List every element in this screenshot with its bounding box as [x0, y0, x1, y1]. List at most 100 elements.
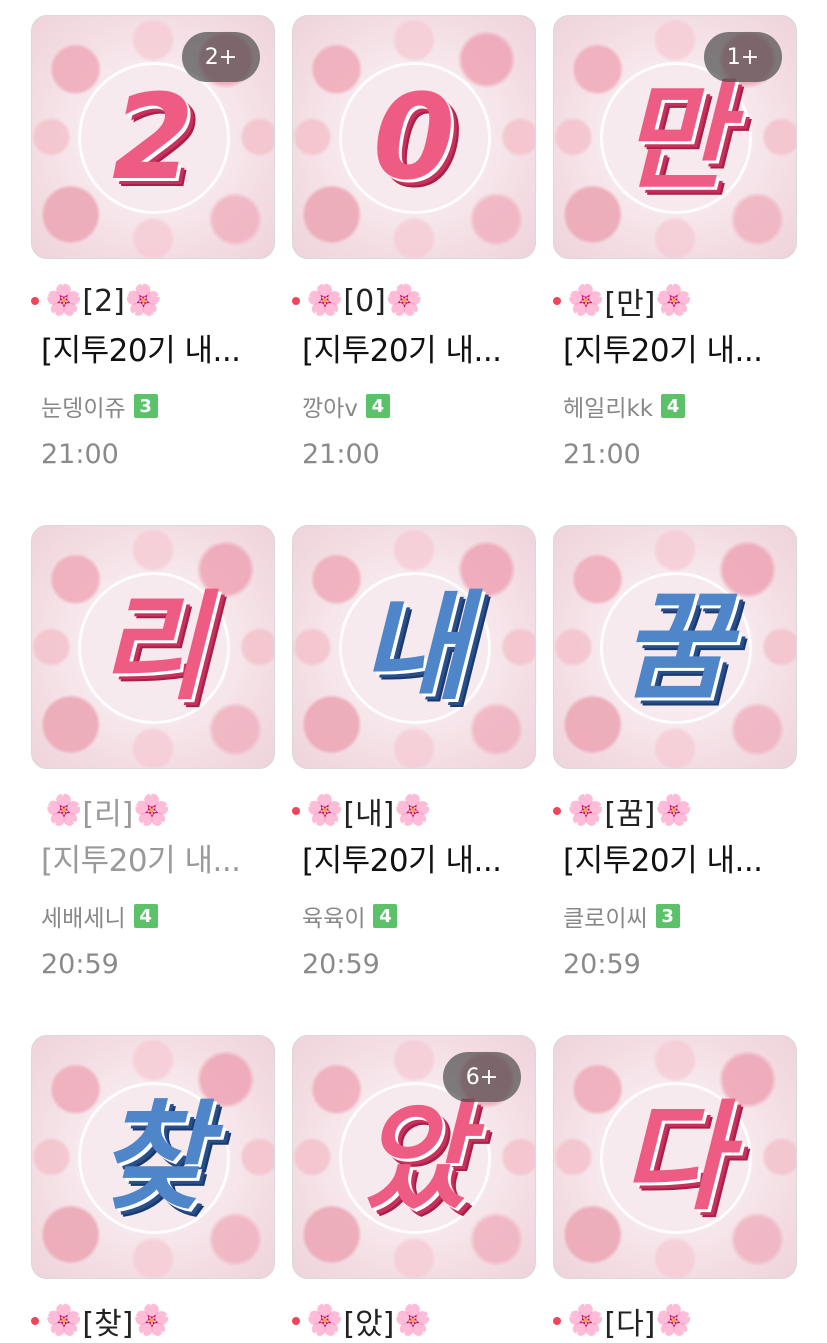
title-mark: [2]	[82, 283, 125, 319]
thumbnail-glyph: 0	[372, 68, 456, 206]
post-thumbnail[interactable]: 꿈	[553, 525, 797, 769]
title-mark: [다]	[604, 1307, 656, 1342]
title-mark: [찾]	[82, 1307, 134, 1342]
author-row[interactable]: 클로이씨 3	[563, 899, 680, 933]
post-time: 21:00	[302, 439, 380, 470]
post-card[interactable]: 리 🌸 [리] 🌸 [지투20기 내... 세배세니 4 20:59	[31, 525, 275, 980]
title-mark: [리]	[82, 797, 134, 832]
author-row[interactable]: 육육이 4	[302, 899, 398, 933]
cherry-blossom-icon: 🌸	[567, 1303, 605, 1338]
comment-count-badge: 6+	[443, 1052, 521, 1102]
new-dot-icon	[553, 297, 561, 305]
level-badge: 4	[133, 904, 158, 928]
new-dot-icon	[553, 807, 561, 815]
comment-count-badge: 2+	[182, 32, 260, 82]
thumbnail-glyph: 내	[359, 578, 469, 716]
level-badge: 3	[133, 394, 158, 418]
post-subtitle[interactable]: [지투20기 내...	[41, 835, 281, 880]
author-name: 깡아v	[302, 396, 358, 422]
new-dot-icon	[31, 297, 39, 305]
thumbnail-glyph: 다	[620, 1088, 730, 1226]
title-mark: [0]	[343, 283, 386, 319]
post-card[interactable]: 내 🌸 [내] 🌸 [지투20기 내... 육육이 4 20:59	[292, 525, 536, 980]
cherry-blossom-icon: 🌸	[306, 283, 344, 318]
title-mark: [았]	[343, 1307, 395, 1342]
author-row[interactable]: 깡아v 4	[302, 389, 390, 423]
level-badge: 4	[661, 394, 686, 418]
post-subtitle[interactable]: [지투20기 내...	[563, 325, 803, 370]
thumbnail-glyph: 리	[98, 578, 208, 716]
new-dot-icon	[31, 1317, 39, 1325]
post-title[interactable]: 🌸 [았] 🌸	[292, 1301, 536, 1342]
post-title[interactable]: 🌸 [리] 🌸	[31, 791, 275, 833]
cherry-blossom-icon: 🌸	[124, 283, 163, 318]
post-time: 21:00	[563, 439, 641, 470]
post-subtitle[interactable]: [지투20기 내...	[563, 835, 803, 880]
post-card[interactable]: 만 1+ 🌸 [만] 🌸 [지투20기 내... 헤일리kk 4 21:00	[553, 15, 797, 470]
cherry-blossom-icon: 🌸	[45, 793, 83, 828]
title-mark: [만]	[604, 287, 656, 322]
post-title[interactable]: 🌸 [꿈] 🌸	[553, 791, 797, 832]
post-thumbnail[interactable]: 0	[292, 15, 536, 259]
level-badge: 3	[655, 904, 680, 928]
post-thumbnail[interactable]: 찾	[31, 1035, 275, 1279]
new-dot-icon	[292, 807, 300, 815]
post-card[interactable]: 다 🌸 [다] 🌸	[553, 1035, 797, 1342]
post-title[interactable]: 🌸 [내] 🌸	[292, 791, 536, 832]
cherry-blossom-icon: 🌸	[655, 283, 693, 318]
post-card[interactable]: 꿈 🌸 [꿈] 🌸 [지투20기 내... 클로이씨 3 20:59	[553, 525, 797, 980]
post-title[interactable]: 🌸 [찾] 🌸	[31, 1301, 275, 1342]
post-time: 20:59	[563, 949, 641, 980]
cherry-blossom-icon: 🌸	[45, 283, 83, 318]
thumbnail-glyph: 찾	[98, 1088, 208, 1226]
post-time: 20:59	[41, 949, 119, 980]
post-card[interactable]: 찾 🌸 [찾] 🌸	[31, 1035, 275, 1342]
cherry-blossom-icon: 🌸	[567, 283, 605, 318]
cherry-blossom-icon: 🌸	[306, 793, 344, 828]
author-row[interactable]: 눈뎅이쥬 3	[41, 389, 158, 423]
author-row[interactable]: 세배세니 4	[41, 899, 158, 933]
cherry-blossom-icon: 🌸	[306, 1303, 344, 1338]
post-title[interactable]: 🌸 [0] 🌸	[292, 281, 536, 321]
cherry-blossom-icon: 🌸	[394, 793, 432, 828]
post-subtitle[interactable]: [지투20기 내...	[302, 325, 542, 370]
cherry-blossom-icon: 🌸	[655, 793, 693, 828]
post-card[interactable]: 0 🌸 [0] 🌸 [지투20기 내... 깡아v 4 21:00	[292, 15, 536, 470]
author-name: 헤일리kk	[563, 396, 654, 422]
cherry-blossom-icon: 🌸	[385, 283, 424, 318]
new-dot-icon	[553, 1317, 561, 1325]
post-title[interactable]: 🌸 [2] 🌸	[31, 281, 275, 321]
author-row[interactable]: 헤일리kk 4	[563, 389, 686, 423]
post-card[interactable]: 았 6+ 🌸 [았] 🌸	[292, 1035, 536, 1342]
new-dot-icon	[292, 297, 300, 305]
post-thumbnail[interactable]: 다	[553, 1035, 797, 1279]
post-card[interactable]: 2 2+ 🌸 [2] 🌸 [지투20기 내... 눈뎅이쥬 3 21:00	[31, 15, 275, 470]
comment-count-badge: 1+	[704, 32, 782, 82]
post-title[interactable]: 🌸 [만] 🌸	[553, 281, 797, 322]
cherry-blossom-icon: 🌸	[567, 793, 605, 828]
post-title[interactable]: 🌸 [다] 🌸	[553, 1301, 797, 1342]
post-thumbnail[interactable]: 았 6+	[292, 1035, 536, 1279]
author-name: 세배세니	[41, 906, 126, 932]
thumbnail-glyph: 꿈	[620, 578, 730, 716]
post-subtitle[interactable]: [지투20기 내...	[302, 835, 542, 880]
post-thumbnail[interactable]: 2 2+	[31, 15, 275, 259]
title-mark: [내]	[343, 797, 395, 832]
cherry-blossom-icon: 🌸	[45, 1303, 83, 1338]
cherry-blossom-icon: 🌸	[133, 1303, 171, 1338]
author-name: 클로이씨	[563, 906, 648, 932]
post-thumbnail[interactable]: 만 1+	[553, 15, 797, 259]
cherry-blossom-icon: 🌸	[655, 1303, 693, 1338]
author-name: 눈뎅이쥬	[41, 396, 126, 422]
cherry-blossom-icon: 🌸	[133, 793, 171, 828]
level-badge: 4	[373, 904, 398, 928]
new-dot-icon	[292, 1317, 300, 1325]
post-time: 21:00	[41, 439, 119, 470]
read-dot-icon	[31, 807, 39, 815]
author-name: 육육이	[302, 906, 366, 932]
level-badge: 4	[365, 394, 390, 418]
post-subtitle[interactable]: [지투20기 내...	[41, 325, 281, 370]
post-thumbnail[interactable]: 리	[31, 525, 275, 769]
post-thumbnail[interactable]: 내	[292, 525, 536, 769]
post-time: 20:59	[302, 949, 380, 980]
